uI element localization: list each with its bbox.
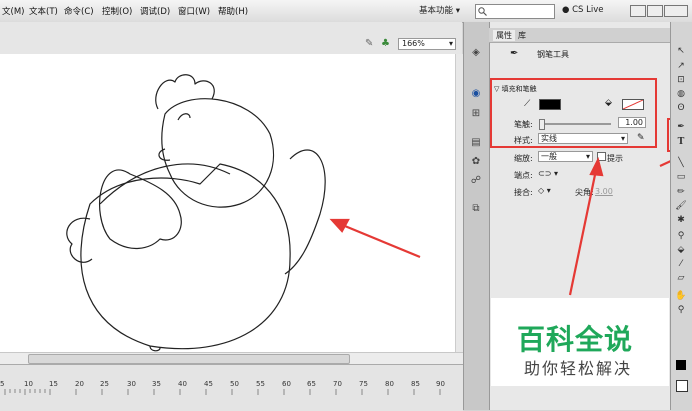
timeline-frame-label: 85 [411, 380, 420, 388]
menu-text[interactable]: 文本(T) [29, 5, 58, 17]
fill-color-tool-swatch[interactable] [676, 360, 686, 370]
search-icon [478, 7, 487, 16]
watermark-subtitle: 助你轻松解决 [524, 359, 633, 378]
tool-name: 钢笔工具 [537, 50, 569, 59]
chevron-down-icon: ▾ [448, 39, 453, 48]
scrollbar-thumb[interactable] [28, 354, 350, 364]
timeline-frame-label: 65 [307, 380, 316, 388]
watermark-logo: 百科全说 助你轻松解决 [491, 298, 669, 386]
head-outline [161, 98, 275, 208]
scale-value: 一般 [541, 152, 557, 161]
back-wing-outline [284, 149, 326, 275]
workspace-switcher[interactable]: 基本功能 ▾ [419, 4, 460, 16]
rectangle-tool-icon[interactable]: ▭ [675, 171, 687, 183]
cs-live-icon: ● [562, 5, 573, 15]
deco-tool-icon[interactable]: ✱ [675, 214, 687, 226]
menu-control[interactable]: 控制(O) [102, 5, 132, 17]
edit-scene-icon[interactable]: ♣ [381, 38, 390, 49]
project-panel-icon[interactable]: ⧉ [470, 203, 482, 215]
3d-rotation-tool-icon[interactable]: ◍ [675, 88, 687, 100]
eyedropper-tool-icon[interactable]: ⁄ [675, 258, 687, 270]
timeline-frame-label: 80 [385, 380, 394, 388]
comb-outline [155, 74, 215, 110]
text-tool-icon[interactable]: T [675, 136, 687, 148]
menu-debug[interactable]: 调试(D) [140, 5, 170, 17]
tail-outline [66, 217, 93, 263]
timeline-frame-label: 30 [127, 380, 136, 388]
annotation-arrow [568, 169, 598, 296]
timeline-frame-label: 40 [178, 380, 187, 388]
menu-window[interactable]: 窗口(W) [178, 5, 210, 17]
zoom-value: 166% [402, 39, 425, 48]
bone-tool-icon[interactable]: ⚲ [675, 230, 687, 242]
minimize-button[interactable] [630, 5, 646, 17]
cs-live-label: CS Live [572, 5, 604, 15]
components-panel-icon[interactable]: ✿ [470, 156, 482, 168]
timeline-frame-label: 25 [100, 380, 109, 388]
timeline-frame-label: 70 [333, 380, 342, 388]
timeline-frame-label: 75 [359, 380, 368, 388]
panel-icon-strip [463, 22, 490, 410]
transform-panel-icon[interactable]: ▤ [470, 137, 482, 149]
join-select[interactable]: ◇ ▾ [538, 186, 551, 195]
arrow-head [589, 156, 604, 177]
color-panel-icon[interactable]: ◈ [470, 47, 482, 59]
timeline-ruler [4, 389, 441, 395]
timeline-frame-label: 10 [24, 380, 33, 388]
help-search-input[interactable] [475, 4, 555, 19]
arrow-head [329, 218, 350, 233]
subselection-tool-icon[interactable]: ↗ [675, 60, 687, 72]
brush-tool-icon[interactable]: 🖌 [675, 200, 687, 212]
maximize-button[interactable] [647, 5, 663, 17]
front-wing-outline [99, 169, 182, 249]
panel-tab-bar: 属性 库 [489, 28, 670, 43]
menu-commands[interactable]: 命令(C) [64, 5, 94, 17]
annotation-arrow [339, 222, 421, 259]
paint-bucket-tool-icon[interactable]: ⬙ [675, 244, 687, 256]
annotation-box-fill-stroke [490, 78, 657, 148]
timeline-frame-label: 20 [75, 380, 84, 388]
zoom-select[interactable]: 166% ▾ [398, 38, 456, 50]
selection-tool-icon[interactable]: ↖ [675, 45, 687, 57]
scale-label: 缩放: [514, 154, 533, 163]
timeline-frame-label: 5 [0, 380, 5, 388]
lasso-tool-icon[interactable]: ʘ [675, 102, 687, 114]
hand-tool-icon[interactable]: ✋ [675, 290, 687, 302]
pen-tool-icon: ✒ [510, 48, 519, 59]
cap-select[interactable]: ⊂⊃ ▾ [538, 169, 558, 178]
eraser-tool-icon[interactable]: ▱ [675, 272, 687, 284]
menu-help[interactable]: 帮助(H) [218, 5, 248, 17]
timeline-frame-label: 35 [152, 380, 161, 388]
stroke-color-tool-swatch[interactable] [676, 380, 688, 392]
join-label: 接合: [514, 188, 533, 197]
timeline-frame-label: 90 [436, 380, 445, 388]
zoom-tool-icon[interactable]: ⚲ [675, 304, 687, 316]
align-panel-icon[interactable]: ⊞ [470, 108, 482, 120]
chicken-drawing [66, 74, 421, 352]
pencil-tool-icon[interactable]: ✏ [675, 186, 687, 198]
pen-tool-icon[interactable]: ✒ [675, 121, 687, 133]
timeline-frame-label: 60 [282, 380, 291, 388]
tab-library[interactable]: 库 [515, 30, 529, 41]
close-button[interactable] [664, 5, 688, 17]
timeline-frame-label: 50 [230, 380, 239, 388]
tab-properties[interactable]: 属性 [493, 30, 515, 41]
motion-presets-icon[interactable]: ☍ [470, 175, 482, 187]
timeline-frame-label: 45 [204, 380, 213, 388]
menu-view[interactable]: 文(M) [2, 5, 24, 17]
edit-bar [0, 22, 462, 55]
free-transform-tool-icon[interactable]: ⊡ [675, 74, 687, 86]
edit-symbol-icon[interactable]: ✎ [365, 38, 373, 49]
stage-canvas[interactable] [0, 54, 455, 352]
cap-label: 端点: [514, 171, 533, 180]
timeline-frame-label: 15 [49, 380, 58, 388]
cs-live-button[interactable]: ● CS Live [562, 5, 604, 15]
timeline-frame-label: 55 [256, 380, 265, 388]
watermark-title: 百科全说 [517, 323, 634, 356]
eye-outline [177, 113, 191, 121]
line-tool-icon[interactable]: ╲ [675, 157, 687, 169]
info-panel-icon[interactable]: ◉ [470, 88, 482, 100]
